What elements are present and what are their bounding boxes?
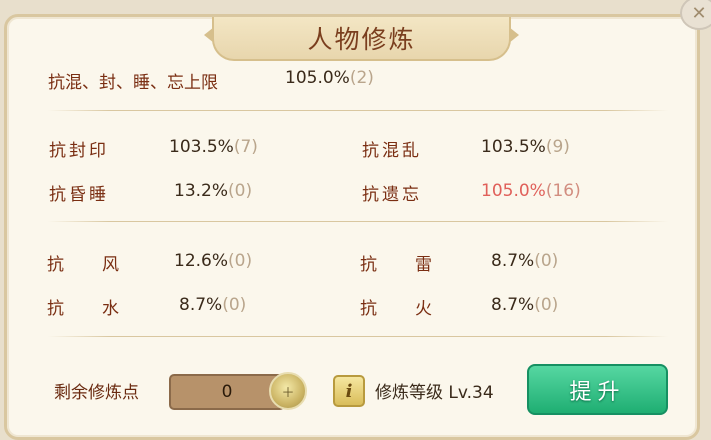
- resist-fire-value: 8.7%(0): [491, 295, 559, 315]
- summary-value: 105.0%(2): [285, 68, 374, 88]
- points-label: 剩余修炼点: [54, 383, 139, 403]
- resist-chaos-label: 抗混乱: [362, 141, 422, 161]
- cultivation-level: 修炼等级 Lv.34: [375, 383, 494, 403]
- points-value-field: 0: [169, 374, 285, 410]
- divider: [48, 221, 668, 222]
- resist-wind-label: 抗风: [47, 255, 119, 275]
- resist-seal-value: 103.5%(7): [169, 137, 258, 157]
- resist-forget-value: 105.0%(16): [481, 181, 581, 201]
- resist-fire-label: 抗火: [360, 299, 432, 319]
- resist-chaos-value: 103.5%(9): [481, 137, 570, 157]
- resist-seal-label: 抗封印: [49, 141, 109, 161]
- divider: [48, 336, 668, 337]
- resist-sleep-label: 抗昏睡: [49, 185, 109, 205]
- resist-sleep-value: 13.2%(0): [174, 181, 253, 201]
- resist-thunder-label: 抗雷: [360, 255, 432, 275]
- info-icon[interactable]: i: [333, 375, 365, 407]
- resist-water-label: 抗水: [47, 299, 119, 319]
- divider: [48, 110, 668, 111]
- resist-wind-value: 12.6%(0): [174, 251, 253, 271]
- panel-title: 人物修炼: [307, 25, 416, 54]
- coin-add-icon[interactable]: ＋: [269, 372, 307, 410]
- summary-label: 抗混、封、睡、忘上限: [48, 73, 218, 93]
- upgrade-button[interactable]: 提升: [527, 364, 668, 415]
- resist-thunder-value: 8.7%(0): [491, 251, 559, 271]
- resist-water-value: 8.7%(0): [179, 295, 247, 315]
- title-banner: 人物修炼: [204, 17, 519, 61]
- resist-forget-label: 抗遗忘: [362, 185, 422, 205]
